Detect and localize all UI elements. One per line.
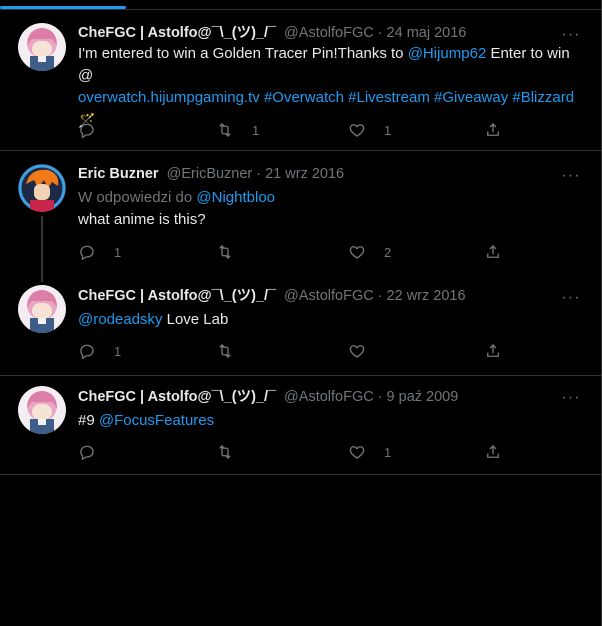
tweet-text: @rodeadsky Love Lab <box>78 309 588 331</box>
avatar[interactable] <box>18 285 66 333</box>
tweet-date[interactable]: 21 wrz 2016 <box>265 166 344 182</box>
separator-dot: · <box>377 288 383 304</box>
text-segment: what anime is this? <box>78 211 206 228</box>
retweet-button[interactable] <box>216 341 252 361</box>
tweet-divider <box>0 474 601 475</box>
author-handle[interactable]: @AstolfoFGC <box>284 25 374 41</box>
separator-dot: · <box>256 166 262 182</box>
tweet[interactable]: CheFGC | Astolfo@¯\_(ツ)_/¯ @AstolfoFGC · 9… <box>0 376 601 475</box>
retweet-icon <box>219 123 231 137</box>
like-button[interactable]: 2 <box>348 242 391 262</box>
url-link[interactable]: overwatch.hijumpgaming.tv <box>78 89 260 106</box>
tweet-header: CheFGC | Astolfo@¯\_(ツ)_/¯ @AstolfoFGC · 2… <box>78 285 466 307</box>
retweet-button[interactable] <box>216 242 252 262</box>
share-icon <box>487 344 499 357</box>
tweet-text: I'm entered to win a Golden Tracer Pin!T… <box>78 43 588 132</box>
reply-icon <box>80 445 94 461</box>
reply-context: W odpowiedzi do <box>78 189 197 206</box>
like-button[interactable]: 1 <box>348 442 391 462</box>
reply-count: 1 <box>114 343 122 359</box>
reply-icon <box>80 123 94 139</box>
author-name[interactable]: CheFGC | Astolfo@¯\_(ツ)_/¯ <box>78 288 276 304</box>
retweet-button[interactable]: 1 <box>216 120 259 140</box>
more-icon[interactable]: ··· <box>561 290 581 307</box>
tweet-header: CheFGC | Astolfo@¯\_(ツ)_/¯ @AstolfoFGC · 9… <box>78 386 458 408</box>
mention-link[interactable]: @Hijump62 <box>408 45 487 62</box>
avatar[interactable] <box>18 23 66 71</box>
reply-button[interactable]: 1 <box>78 242 121 262</box>
share-icon <box>487 123 499 136</box>
avatar[interactable] <box>18 164 66 212</box>
retweet-icon <box>219 344 231 358</box>
retweet-count: 1 <box>252 122 260 138</box>
like-icon <box>349 246 365 259</box>
reply-icon <box>80 344 94 360</box>
share-button[interactable] <box>484 442 502 462</box>
like-button[interactable]: 1 <box>348 120 391 140</box>
author-handle[interactable]: @EricBuzner <box>167 166 253 182</box>
reply-to-link[interactable]: @Nightbloo <box>196 189 275 206</box>
reply-icon <box>80 245 94 261</box>
tweet-header: CheFGC | Astolfo@¯\_(ツ)_/¯ @AstolfoFGC · 2… <box>78 22 466 44</box>
more-icon[interactable]: ··· <box>561 168 581 185</box>
share-button[interactable] <box>484 120 502 140</box>
text-segment: Love Lab <box>162 311 229 328</box>
separator-dot: · <box>377 25 383 41</box>
like-count: 2 <box>384 244 392 260</box>
like-button[interactable] <box>348 341 384 361</box>
hashtag-links[interactable]: #Overwatch #Livestream #Giveaway #Blizza… <box>264 89 574 106</box>
tweet-date[interactable]: 24 maj 2016 <box>387 25 467 41</box>
more-icon[interactable]: ··· <box>561 390 581 407</box>
tweet[interactable]: CheFGC | Astolfo@¯\_(ツ)_/¯ @AstolfoFGC · 2… <box>0 10 601 151</box>
author-handle[interactable]: @AstolfoFGC <box>284 389 374 405</box>
more-icon[interactable]: ··· <box>561 27 581 44</box>
reply-button[interactable] <box>78 120 114 140</box>
tweet-header: Eric Buzner @EricBuzner · 21 wrz 2016 <box>78 163 344 185</box>
tweet[interactable]: CheFGC | Astolfo@¯\_(ツ)_/¯ @AstolfoFGC · 2… <box>0 273 601 376</box>
tweet-actions: 1 1 <box>78 120 518 140</box>
retweet-icon <box>219 445 231 459</box>
mention-link[interactable]: @rodeadsky <box>78 311 162 328</box>
tweet-text: W odpowiedzi do @Nightbloo what anime is… <box>78 187 588 231</box>
avatar[interactable] <box>18 386 66 434</box>
mention-link[interactable]: @FocusFeatures <box>99 412 214 429</box>
author-name[interactable]: CheFGC | Astolfo@¯\_(ツ)_/¯ <box>78 25 276 41</box>
author-name[interactable]: Eric Buzner <box>78 166 159 182</box>
tweet-actions: 1 2 <box>78 242 518 262</box>
tweet-text: #9 @FocusFeatures <box>78 410 588 432</box>
reply-button[interactable]: 1 <box>78 341 121 361</box>
retweet-button[interactable] <box>216 442 252 462</box>
tweet[interactable]: Eric Buzner @EricBuzner · 21 wrz 2016 ··· … <box>0 151 601 282</box>
tweet-actions: 1 <box>78 341 518 361</box>
tab-strip <box>0 0 602 10</box>
reply-button[interactable] <box>78 442 114 462</box>
like-icon <box>349 446 365 459</box>
author-name[interactable]: CheFGC | Astolfo@¯\_(ツ)_/¯ <box>78 389 276 405</box>
tweet-date[interactable]: 22 wrz 2016 <box>387 288 466 304</box>
author-handle[interactable]: @AstolfoFGC <box>284 288 374 304</box>
retweet-icon <box>219 245 231 259</box>
tweet-date[interactable]: 9 paź 2009 <box>387 389 459 405</box>
share-button[interactable] <box>484 242 502 262</box>
like-count: 1 <box>384 444 392 460</box>
like-icon <box>349 124 365 137</box>
share-icon <box>487 445 499 458</box>
like-icon <box>349 345 365 358</box>
text-segment: I'm entered to win a Golden Tracer Pin!T… <box>78 45 408 62</box>
separator-dot: · <box>377 389 383 405</box>
reply-count: 1 <box>114 244 122 260</box>
share-icon <box>487 245 499 258</box>
text-segment: #9 <box>78 412 99 429</box>
like-count: 1 <box>384 122 392 138</box>
share-button[interactable] <box>484 341 502 361</box>
tweet-actions: 1 <box>78 442 518 462</box>
